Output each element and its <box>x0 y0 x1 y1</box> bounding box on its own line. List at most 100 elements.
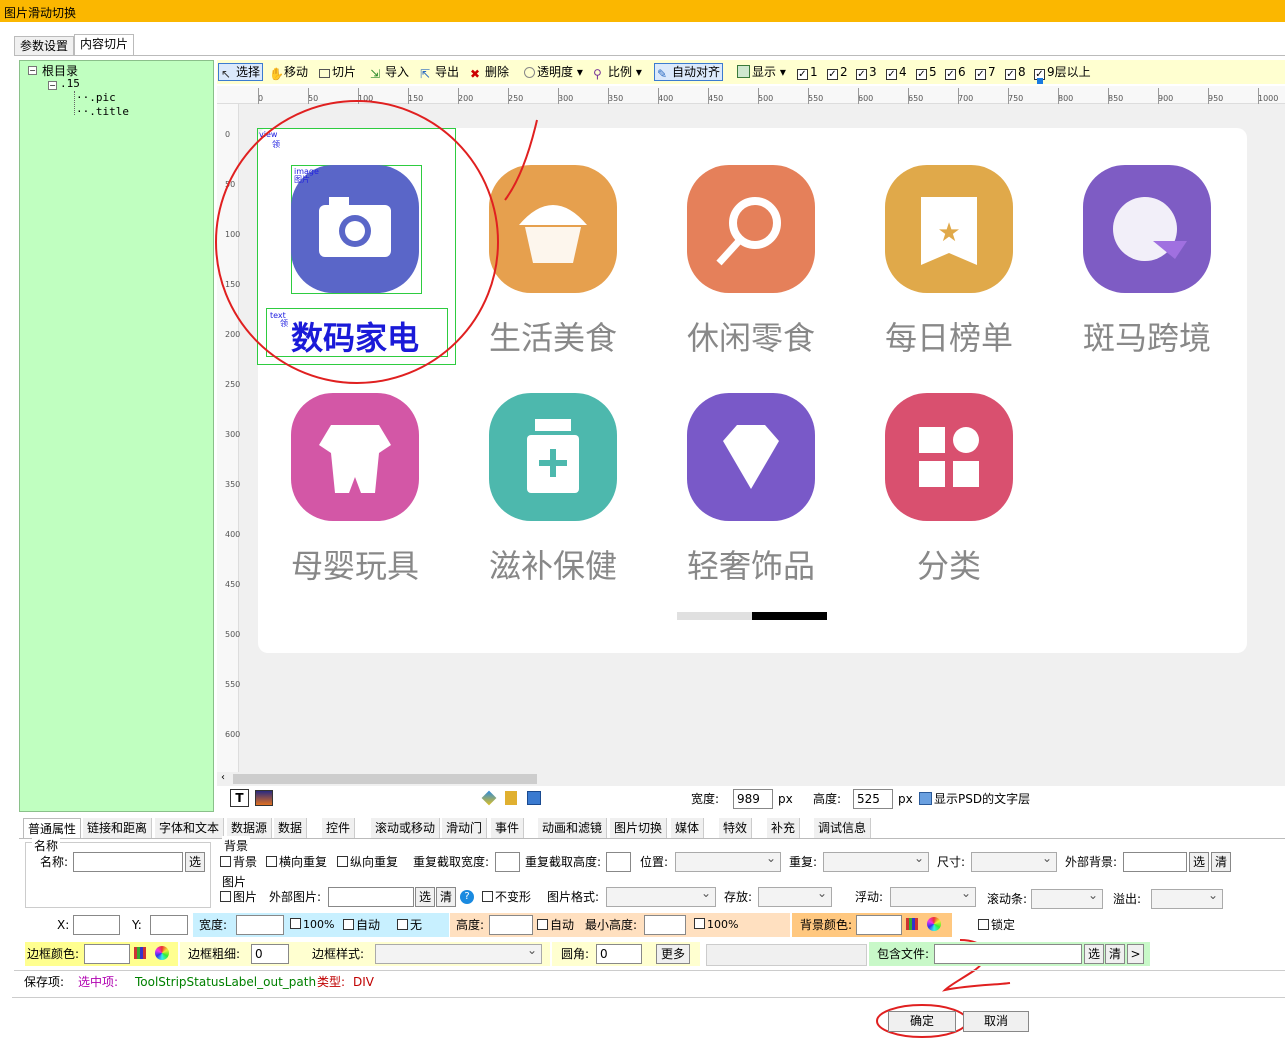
prop-tab[interactable]: 图片切换 <box>610 818 668 838</box>
include-clear-button[interactable]: 清 <box>1105 944 1125 964</box>
lock-checkbox[interactable]: 锁定 <box>978 915 1015 935</box>
ext-bg-choose-button[interactable]: 选 <box>1189 852 1209 872</box>
radius-input[interactable]: 0 <box>596 944 642 964</box>
scroll-left-icon[interactable]: ‹ <box>221 772 225 783</box>
horizontal-scrollbar[interactable]: ‹ <box>217 772 1285 786</box>
img-format-select[interactable] <box>606 886 716 907</box>
layer-5-checkbox[interactable]: ✓ 5 <box>914 63 939 81</box>
repeat-height-input[interactable] <box>606 852 631 872</box>
help-icon[interactable]: ? <box>460 890 474 904</box>
ext-bg-clear-button[interactable]: 清 <box>1211 852 1231 872</box>
canvas-width-input[interactable]: 989 <box>733 789 773 809</box>
pager-inactive[interactable] <box>677 612 752 620</box>
tree-item-title[interactable]: ··.title <box>76 105 129 118</box>
globe-arrow-icon[interactable] <box>1083 165 1211 293</box>
tree-node[interactable]: .15 <box>60 77 80 90</box>
color-wheel-icon[interactable] <box>927 917 941 931</box>
prop-tab[interactable]: 补充 <box>767 818 801 838</box>
tile-label[interactable]: 母婴玩具 <box>255 541 455 587</box>
layer-tree[interactable]: − 根目录 − .15 ··.pic ··.title <box>19 60 214 812</box>
repeat-width-input[interactable] <box>495 852 520 872</box>
layer-4-checkbox[interactable]: ✓ 4 <box>884 63 909 81</box>
opacity-dropdown[interactable]: 透明度 ▾ <box>522 63 585 81</box>
tab-params[interactable]: 参数设置 <box>14 36 75 56</box>
tile-label[interactable]: 分类 <box>849 541 1049 587</box>
slice-tool-button[interactable]: 切片 <box>317 63 358 81</box>
select-tool-button[interactable]: ↖ 选择 <box>218 63 264 81</box>
ext-img-clear-button[interactable]: 清 <box>436 887 456 907</box>
float-select[interactable] <box>890 886 976 907</box>
ribbon-star-icon[interactable]: ★ <box>885 165 1013 293</box>
ext-bg-input[interactable] <box>1123 852 1187 872</box>
move-tool-button[interactable]: ✋移动 <box>267 63 310 81</box>
position-select[interactable] <box>675 851 781 872</box>
color-wheel-icon[interactable] <box>155 946 169 960</box>
cancel-button[interactable]: 取消 <box>963 1011 1029 1032</box>
auto-align-toggle[interactable]: ✎ 自动对齐 <box>654 63 724 81</box>
img-checkbox[interactable]: 图片 <box>220 887 257 907</box>
baby-clothes-icon[interactable] <box>291 393 419 521</box>
more-button[interactable]: 更多 <box>656 944 690 964</box>
min-height-input[interactable] <box>644 915 686 935</box>
y-input[interactable] <box>150 915 188 935</box>
prop-tab[interactable]: 滚动或移动 <box>371 818 441 838</box>
scale-dropdown[interactable]: ⚲ 比例 ▾ <box>591 63 644 81</box>
prop-tab[interactable]: 控件 <box>322 818 356 838</box>
prop-tab[interactable]: 调试信息 <box>814 818 872 838</box>
prop-tab[interactable]: 特效 <box>719 818 753 838</box>
tile-label[interactable]: 休闲零食 <box>651 313 851 359</box>
layer-3-checkbox[interactable]: ✓ 3 <box>854 63 879 81</box>
category-grid-icon[interactable] <box>885 393 1013 521</box>
tree-item-pic[interactable]: ··.pic <box>76 91 116 104</box>
tile-label[interactable]: 轻奢饰品 <box>651 541 851 587</box>
bg-checkbox[interactable]: 背景 <box>220 852 257 872</box>
lollipop-icon[interactable] <box>687 165 815 293</box>
width-100-checkbox[interactable]: 100% <box>290 915 334 935</box>
tile-label[interactable]: 每日榜单 <box>849 313 1049 359</box>
repeat-select[interactable] <box>823 851 929 872</box>
palette-icon[interactable] <box>481 790 497 806</box>
bg-color-input[interactable] <box>856 915 902 935</box>
prop-tab[interactable]: 普通属性 <box>23 818 82 838</box>
ok-button[interactable]: 确定 <box>888 1011 956 1032</box>
pager-active[interactable] <box>752 612 827 620</box>
border-width-input[interactable]: 0 <box>251 944 289 964</box>
prop-tab[interactable]: 动画和滤镜 <box>538 818 608 838</box>
border-color-input[interactable] <box>84 944 130 964</box>
color-grid-icon[interactable] <box>134 947 146 959</box>
prop-width-input[interactable] <box>236 915 284 935</box>
x-input[interactable] <box>73 915 120 935</box>
medicine-bottle-icon[interactable] <box>489 393 617 521</box>
prop-tab[interactable]: 事件 <box>491 818 525 838</box>
prop-tab[interactable]: 数据 <box>274 818 308 838</box>
repeat-x-checkbox[interactable]: 横向重复 <box>266 852 327 872</box>
ext-img-choose-button[interactable]: 选 <box>415 887 435 907</box>
prop-tab[interactable]: 链接和距离 <box>83 818 153 838</box>
size-select[interactable] <box>971 851 1057 872</box>
height-100-checkbox[interactable]: 100% <box>694 915 738 935</box>
include-file-input[interactable] <box>934 944 1082 964</box>
image-tool-icon[interactable] <box>255 790 273 806</box>
layer-6-checkbox[interactable]: ✓ 6 <box>943 63 968 81</box>
import-button[interactable]: ⇲ 导入 <box>368 63 411 81</box>
width-none-checkbox[interactable]: 无 <box>397 915 422 935</box>
delete-button[interactable]: ✖ 删除 <box>468 63 511 81</box>
stored-select[interactable] <box>758 886 832 907</box>
layer-2-checkbox[interactable]: ✓ 2 <box>825 63 850 81</box>
show-psd-text-button[interactable]: 显示PSD的文字层 <box>919 789 1030 809</box>
folder-icon[interactable] <box>505 791 517 805</box>
tile-label[interactable]: 斑马跨境 <box>1047 313 1247 359</box>
show-dropdown[interactable]: 显示 ▾ <box>735 63 788 81</box>
collapse-icon[interactable]: − <box>48 81 57 90</box>
include-next-button[interactable]: > <box>1127 944 1144 964</box>
prop-tab[interactable]: 数据源 <box>227 818 273 838</box>
layer-1-checkbox[interactable]: ✓ 1 <box>795 63 820 81</box>
scrollbar-select[interactable] <box>1031 888 1103 909</box>
layer-7-checkbox[interactable]: ✓ 7 <box>973 63 998 81</box>
prop-tab[interactable]: 媒体 <box>671 818 705 838</box>
name-choose-button[interactable]: 选 <box>185 852 205 872</box>
include-choose-button[interactable]: 选 <box>1084 944 1104 964</box>
tile-label[interactable]: 滋补保健 <box>453 541 653 587</box>
scroll-thumb[interactable] <box>233 774 537 784</box>
no-deform-checkbox[interactable]: 不变形 <box>482 887 531 907</box>
